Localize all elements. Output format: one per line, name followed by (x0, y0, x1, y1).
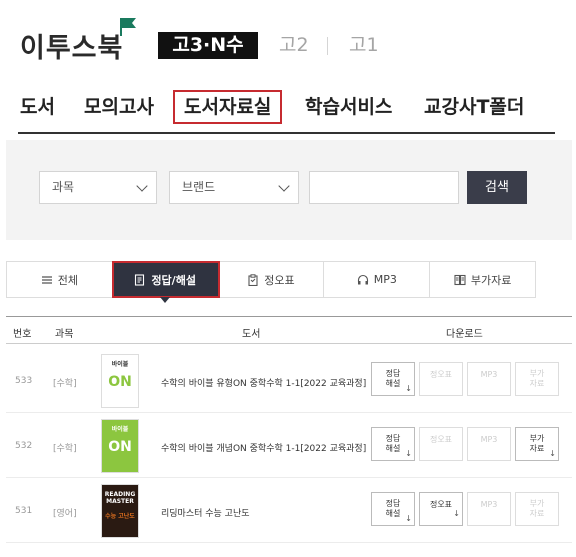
tab-errata-label: 정오표 (264, 273, 295, 287)
download-label: 정오표 (429, 500, 453, 509)
category-tabs: 전체 정답/해설 정오표 MP3 부가자료 (6, 261, 536, 303)
col-header-book: 도서 (242, 329, 261, 340)
book-title-link[interactable]: 리딩마스터 수능 고난도 (161, 506, 250, 519)
download-label: 정답 해설 (385, 434, 401, 453)
logo-flag-icon (120, 18, 136, 36)
nav-item-resources[interactable]: 도서자료실 (173, 90, 283, 124)
nav-divider (18, 132, 555, 134)
row-number: 532 (15, 441, 33, 451)
book-cover-subtitle: ON (108, 439, 132, 455)
tab-mp3-label: MP3 (373, 273, 397, 286)
download-arrow-icon: ↓ (405, 384, 412, 393)
download-label: MP3 (480, 435, 498, 444)
table-row: 533 [수학] 바이블 ON 수학의 바이블 유형ON 중학수학 1-1[2022 교… (6, 348, 572, 413)
extra-download-button[interactable]: 부가 자료 (515, 492, 559, 526)
mp3-download-button[interactable]: MP3 (467, 492, 511, 526)
extra-download-button[interactable]: 부가 자료 (515, 362, 559, 396)
mp3-download-button[interactable]: MP3 (467, 427, 511, 461)
tab-errata[interactable]: 정오표 (219, 262, 325, 297)
download-label: 부가 자료 (529, 499, 545, 518)
row-number: 533 (15, 376, 33, 386)
col-header-number: 번호 (13, 329, 32, 340)
tab-answer-explanation-label: 정답/해설 (151, 273, 196, 287)
errata-download-button[interactable]: 정오표 (419, 427, 463, 461)
download-label: MP3 (480, 500, 498, 509)
site-header: 이투스북 고3·N수 고2 고1 (0, 0, 576, 74)
book-cover-subtitle: ON (108, 374, 132, 390)
book-cover-title: READING MASTER (104, 491, 136, 505)
document-icon (135, 273, 145, 286)
col-header-download: 다운로드 (446, 329, 483, 340)
tab-all-label: 전체 (57, 273, 79, 287)
search-panel: 과목 브랜드 검색 (6, 140, 572, 240)
book-cover[interactable]: 바이블 ON (101, 354, 139, 408)
row-subject: [수학] (53, 444, 77, 454)
tab-extra-materials-label: 부가자료 (470, 273, 512, 287)
tab-answer-explanation[interactable]: 정답/해설 (111, 261, 220, 303)
search-input[interactable] (309, 171, 459, 204)
row-subject: [영어] (53, 509, 77, 519)
download-arrow-icon: ↓ (405, 449, 412, 458)
row-subject: [수학] (53, 379, 77, 389)
book-cover[interactable]: READING MASTER 수능 고난도 (101, 484, 139, 538)
clipboard-icon (248, 273, 258, 286)
table-row: 532 [수학] 바이블 ON 수학의 바이블 개념ON 중학수학 1-1[2022 교… (6, 413, 572, 478)
table-row: 531 [영어] READING MASTER 수능 고난도 리딩마스터 수능 고난도 정… (6, 478, 572, 543)
download-label: MP3 (480, 370, 498, 379)
site-logo[interactable]: 이투스북 (20, 26, 123, 65)
grade-tab-high1[interactable]: 고1 (349, 32, 379, 59)
row-number: 531 (15, 506, 33, 516)
tab-all[interactable]: 전체 (7, 262, 113, 297)
answer-download-button[interactable]: 정답 해설 ↓ (371, 427, 415, 461)
answer-download-button[interactable]: 정답 해설 ↓ (371, 492, 415, 526)
chevron-down-icon (278, 180, 290, 192)
errata-download-button[interactable]: 정오표 (419, 362, 463, 396)
grade-divider (327, 37, 328, 55)
list-icon (41, 275, 52, 284)
download-arrow-icon: ↓ (453, 509, 460, 518)
download-label: 부가 자료 (529, 434, 545, 453)
chevron-down-icon (136, 180, 148, 192)
book-cover-title: 바이블 (111, 426, 129, 433)
table-header: 번호 과목 도서 다운로드 (6, 316, 572, 344)
download-label: 정답 해설 (385, 499, 401, 518)
headphones-icon (357, 274, 368, 284)
nav-item-books[interactable]: 도서 (20, 90, 55, 124)
book-icon (454, 274, 466, 285)
nav-item-learning-service[interactable]: 학습서비스 (305, 90, 392, 124)
download-label: 정오표 (429, 370, 453, 379)
nav-item-teacher-folder[interactable]: 교강사T폴더 (424, 90, 524, 124)
book-title-link[interactable]: 수학의 바이블 유형ON 중학수학 1-1[2022 교육과정] (161, 376, 366, 389)
nav-item-mock-exam[interactable]: 모의고사 (84, 90, 154, 124)
errata-download-button[interactable]: 정오표 ↓ (419, 492, 463, 526)
brand-select-value: 브랜드 (182, 180, 216, 194)
book-cover-title: 바이블 (111, 361, 129, 368)
subject-select-value: 과목 (52, 180, 75, 194)
grade-tab-high2[interactable]: 고2 (279, 32, 309, 59)
col-header-subject: 과목 (55, 329, 74, 340)
main-nav: 도서 모의고사 도서자료실 학습서비스 교강사T폴더 (0, 82, 576, 132)
download-label: 정오표 (429, 435, 453, 444)
book-title-link[interactable]: 수학의 바이블 개념ON 중학수학 1-1[2022 교육과정] (161, 441, 366, 454)
download-label: 정답 해설 (385, 369, 401, 388)
tab-mp3[interactable]: MP3 (324, 262, 431, 297)
tab-extra-materials[interactable]: 부가자료 (430, 262, 535, 297)
download-arrow-icon: ↓ (405, 514, 412, 523)
download-arrow-icon: ↓ (549, 449, 556, 458)
grade-tab-high3[interactable]: 고3·N수 (158, 32, 258, 59)
brand-select[interactable]: 브랜드 (169, 171, 299, 204)
answer-download-button[interactable]: 정답 해설 ↓ (371, 362, 415, 396)
search-button[interactable]: 검색 (467, 171, 527, 204)
download-label: 부가 자료 (529, 369, 545, 388)
mp3-download-button[interactable]: MP3 (467, 362, 511, 396)
subject-select[interactable]: 과목 (39, 171, 157, 204)
book-cover[interactable]: 바이블 ON (101, 419, 139, 473)
extra-download-button[interactable]: 부가 자료 ↓ (515, 427, 559, 461)
book-cover-subtitle: 수능 고난도 (105, 513, 135, 520)
